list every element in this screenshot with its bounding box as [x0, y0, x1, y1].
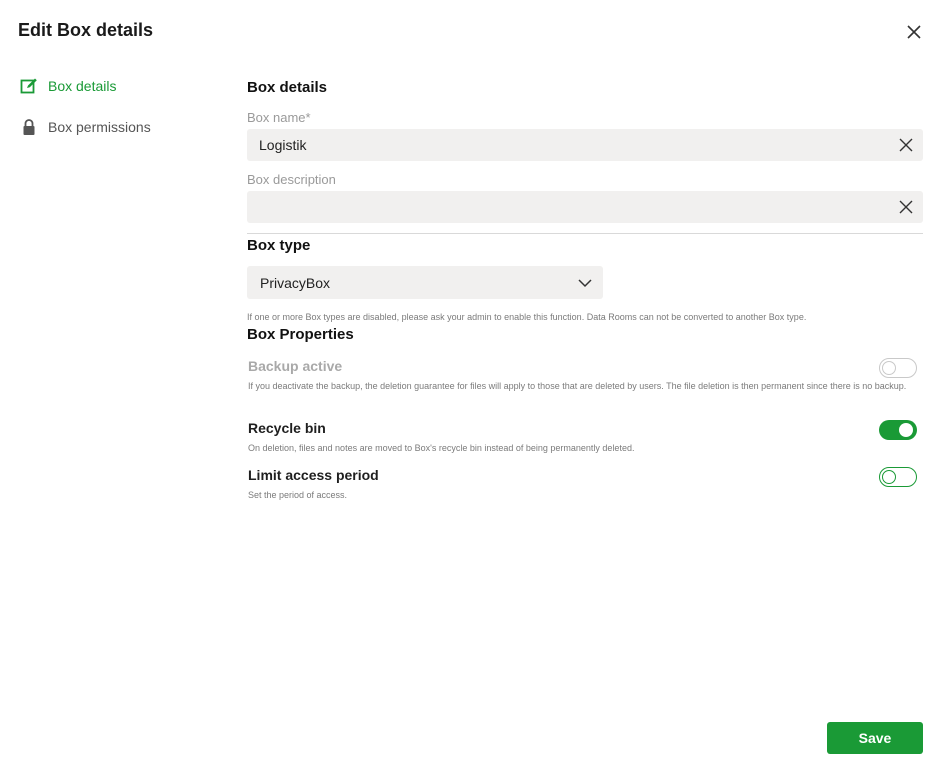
sidebar-item-label: Box details — [48, 78, 117, 94]
toggle-knob — [882, 469, 896, 484]
toggle-knob — [899, 423, 913, 437]
divider — [247, 233, 923, 234]
lock-icon — [20, 118, 38, 136]
backup-active-desc: If you deactivate the backup, the deleti… — [248, 381, 907, 391]
box-name-label: Box name* — [247, 110, 311, 125]
box-name-input[interactable] — [247, 129, 923, 161]
sidebar-item-box-permissions[interactable]: Box permissions — [20, 118, 151, 136]
section-heading-box-properties: Box Properties — [247, 326, 354, 343]
limit-access-desc: Set the period of access. — [248, 490, 348, 500]
limit-access-toggle[interactable] — [879, 467, 917, 487]
box-type-select[interactable]: PrivacyBox — [247, 266, 603, 299]
toggle-knob — [882, 361, 896, 375]
section-heading-box-details: Box details — [247, 79, 328, 96]
backup-active-title: Backup active — [248, 358, 343, 374]
edit-icon — [20, 77, 38, 95]
chevron-down-icon — [578, 279, 592, 288]
close-icon[interactable] — [903, 21, 925, 43]
box-description-field — [247, 191, 923, 223]
box-type-hint: If one or more Box types are disabled, p… — [247, 312, 807, 322]
box-type-selected-value: PrivacyBox — [260, 274, 331, 291]
clear-icon[interactable] — [897, 198, 915, 216]
sidebar-item-box-details[interactable]: Box details — [20, 77, 116, 95]
recycle-bin-desc: On deletion, files and notes are moved t… — [248, 443, 635, 453]
section-heading-box-type: Box type — [247, 237, 311, 254]
sidebar-item-label: Box permissions — [48, 119, 151, 135]
box-description-label: Box description — [247, 172, 336, 187]
dialog-title: Edit Box details — [18, 20, 154, 40]
recycle-bin-title: Recycle bin — [248, 420, 326, 436]
clear-icon[interactable] — [897, 136, 915, 154]
recycle-bin-toggle[interactable] — [879, 420, 917, 440]
backup-active-toggle — [879, 358, 917, 378]
box-description-input[interactable] — [247, 191, 923, 223]
limit-access-title: Limit access period — [248, 467, 379, 483]
box-name-field — [247, 129, 923, 161]
save-button[interactable]: Save — [827, 722, 923, 754]
